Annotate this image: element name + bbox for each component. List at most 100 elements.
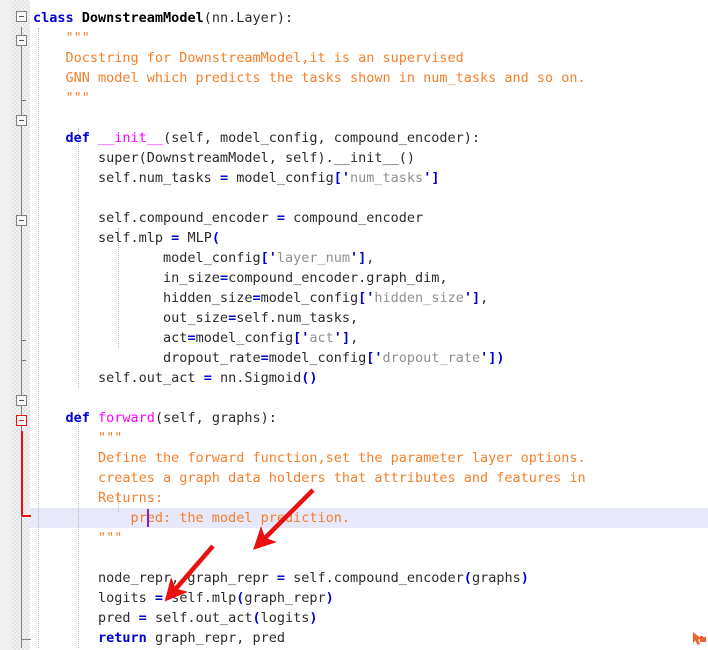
code-token: model_config <box>195 330 294 346</box>
fold-forward-docstring[interactable] <box>16 415 27 426</box>
code-token: = <box>187 330 196 346</box>
code-token: """ <box>33 30 90 46</box>
code-token: nn.Sigmoid <box>211 370 302 386</box>
code-token: = <box>260 350 269 366</box>
code-token: hidden_size <box>374 290 464 306</box>
code-token: Define the forward function,set the para… <box>33 450 586 466</box>
code-line[interactable]: in_size=compound_encoder.graph_dim, <box>30 268 708 288</box>
code-token: graph_repr, pred <box>154 630 285 646</box>
fold-rail-foot-active <box>21 515 31 517</box>
code-token: = <box>154 590 164 606</box>
code-token: self.num_tasks <box>33 170 220 186</box>
code-line[interactable]: """ <box>30 428 708 448</box>
code-line[interactable]: class DownstreamModel(nn.Layer): <box>30 8 708 28</box>
code-token: ' <box>480 350 489 366</box>
code-line[interactable]: hidden_size=model_config['hidden_size'], <box>30 288 708 308</box>
code-line[interactable]: GNN model which predicts the tasks shown… <box>30 68 708 88</box>
code-token: (nn.Layer): <box>203 10 294 26</box>
code-token: return <box>98 630 155 646</box>
code-token: ' <box>333 330 342 346</box>
code-token: GNN model which predicts the tasks shown… <box>33 70 586 86</box>
code-token: ( <box>211 230 220 246</box>
code-line[interactable] <box>30 188 708 208</box>
code-token: = <box>276 210 285 226</box>
code-token: dropout_rate <box>382 350 481 366</box>
code-token: act <box>33 330 188 346</box>
code-token: """ <box>33 90 90 106</box>
code-line[interactable] <box>30 548 708 568</box>
code-token: model_config <box>268 350 367 366</box>
code-token: ( <box>252 610 261 626</box>
code-line[interactable]: self.compound_encoder = compound_encoder <box>30 208 708 228</box>
code-token: logits <box>260 610 310 626</box>
fold-def-init[interactable] <box>16 115 27 126</box>
code-token: ' <box>341 170 351 186</box>
code-line[interactable]: self.num_tasks = model_config['num_tasks… <box>30 168 708 188</box>
code-line[interactable]: self.mlp = MLP( <box>30 228 708 248</box>
code-line[interactable]: """ <box>30 28 708 48</box>
code-token: , <box>366 250 375 266</box>
code-line[interactable]: """ <box>30 88 708 108</box>
code-line[interactable]: dropout_rate=model_config['dropout_rate'… <box>30 348 708 368</box>
code-token: """ <box>33 530 123 546</box>
code-line[interactable]: node_repr, graph_repr = self.compound_en… <box>30 568 708 588</box>
code-token: self.out_act <box>33 370 204 386</box>
code-token: def <box>65 130 99 146</box>
code-line[interactable]: def forward(self, graphs): <box>30 408 708 428</box>
code-token: ) <box>520 570 529 586</box>
code-token: [ <box>333 170 342 186</box>
code-line[interactable]: self.out_act = nn.Sigmoid() <box>30 368 708 388</box>
code-editor[interactable]: class DownstreamModel(nn.Layer): """ Doc… <box>0 0 708 650</box>
code-line[interactable]: Define the forward function,set the para… <box>30 448 708 468</box>
fold-rail-active <box>21 431 23 516</box>
code-token: logits <box>33 590 155 606</box>
code-token: DownstreamModel <box>81 10 204 26</box>
code-token: __init__ <box>98 130 164 146</box>
code-token: ( <box>463 570 472 586</box>
code-line[interactable]: Docstring for DownstreamModel,it is an s… <box>30 48 708 68</box>
code-line[interactable] <box>30 388 708 408</box>
code-line[interactable]: act=model_config['act'], <box>30 328 708 348</box>
code-line[interactable]: creates a graph data holders that attrib… <box>30 468 708 488</box>
code-line[interactable]: out_size=self.num_tasks, <box>30 308 708 328</box>
code-line[interactable]: pred = self.out_act(logits) <box>30 608 708 628</box>
code-line[interactable]: """ <box>30 528 708 548</box>
code-line[interactable]: return graph_repr, pred <box>30 628 708 648</box>
code-token: ' <box>374 350 383 366</box>
code-token: self.out_act <box>146 610 253 626</box>
fold-def-forward[interactable] <box>16 395 27 406</box>
code-token: node_repr, graph_repr <box>33 570 277 586</box>
code-token: = <box>219 270 229 286</box>
code-token: out_size <box>33 310 229 326</box>
code-surface[interactable]: class DownstreamModel(nn.Layer): """ Doc… <box>30 0 708 650</box>
code-line[interactable]: pred: the model prediction. <box>30 508 708 528</box>
code-token: """ <box>33 430 123 446</box>
code-token: super(DownstreamModel, self).__init__() <box>33 150 416 166</box>
code-token: num_tasks <box>350 170 424 186</box>
fold-class-docstring[interactable] <box>16 35 27 46</box>
fold-mlp-call[interactable] <box>16 215 27 226</box>
code-token: self.mlp <box>163 590 237 606</box>
code-token: act <box>309 330 334 346</box>
code-line[interactable]: def __init__(self, model_config, compoun… <box>30 128 708 148</box>
code-line[interactable] <box>30 108 708 128</box>
code-token: graph_repr <box>244 590 326 606</box>
code-token: self.compound_encoder <box>284 570 464 586</box>
code-line[interactable]: Returns: <box>30 488 708 508</box>
code-line[interactable]: model_config['layer_num'], <box>30 248 708 268</box>
code-line[interactable]: super(DownstreamModel, self).__init__() <box>30 148 708 168</box>
fold-rail <box>21 51 22 96</box>
fold-tick <box>21 360 26 361</box>
code-line[interactable]: logits = self.mlp(graph_repr) <box>30 588 708 608</box>
code-token: = <box>276 570 285 586</box>
code-token: ' <box>268 250 277 266</box>
code-lines[interactable]: class DownstreamModel(nn.Layer): """ Doc… <box>30 8 708 648</box>
code-token: ] <box>471 290 481 306</box>
fold-class-downstreammodel[interactable] <box>16 11 27 22</box>
folding-gutter[interactable] <box>0 0 30 650</box>
code-token: class <box>33 10 82 26</box>
code-token: layer_num <box>276 250 351 266</box>
code-token: () <box>301 370 318 386</box>
code-token: pred <box>33 610 139 626</box>
